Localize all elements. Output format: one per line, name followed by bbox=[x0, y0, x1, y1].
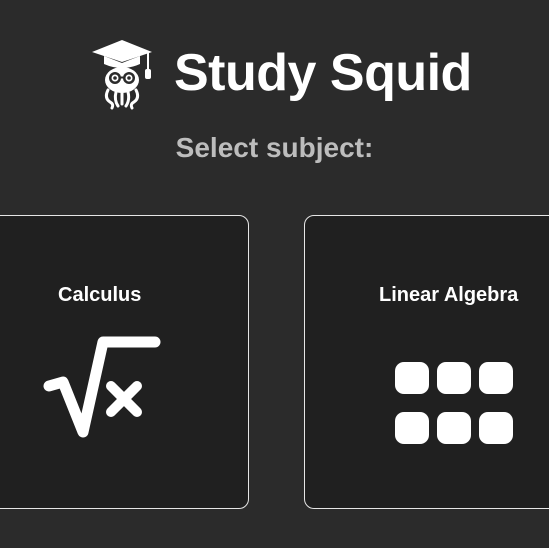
subject-card-calculus[interactable]: Calculus bbox=[0, 215, 249, 509]
sqrt-x-icon bbox=[43, 336, 161, 438]
subject-card-label: Linear Algebra bbox=[379, 284, 519, 306]
app-header: Study Squid bbox=[0, 0, 549, 110]
matrix-grid-icon bbox=[395, 362, 513, 444]
squid-graduate-icon bbox=[92, 40, 152, 110]
app-title: Study Squid bbox=[174, 44, 472, 102]
subject-card-label: Calculus bbox=[58, 284, 142, 306]
subject-card-linear-algebra[interactable]: Linear Algebra bbox=[304, 215, 549, 509]
select-subject-heading: Select subject: bbox=[175, 132, 374, 163]
